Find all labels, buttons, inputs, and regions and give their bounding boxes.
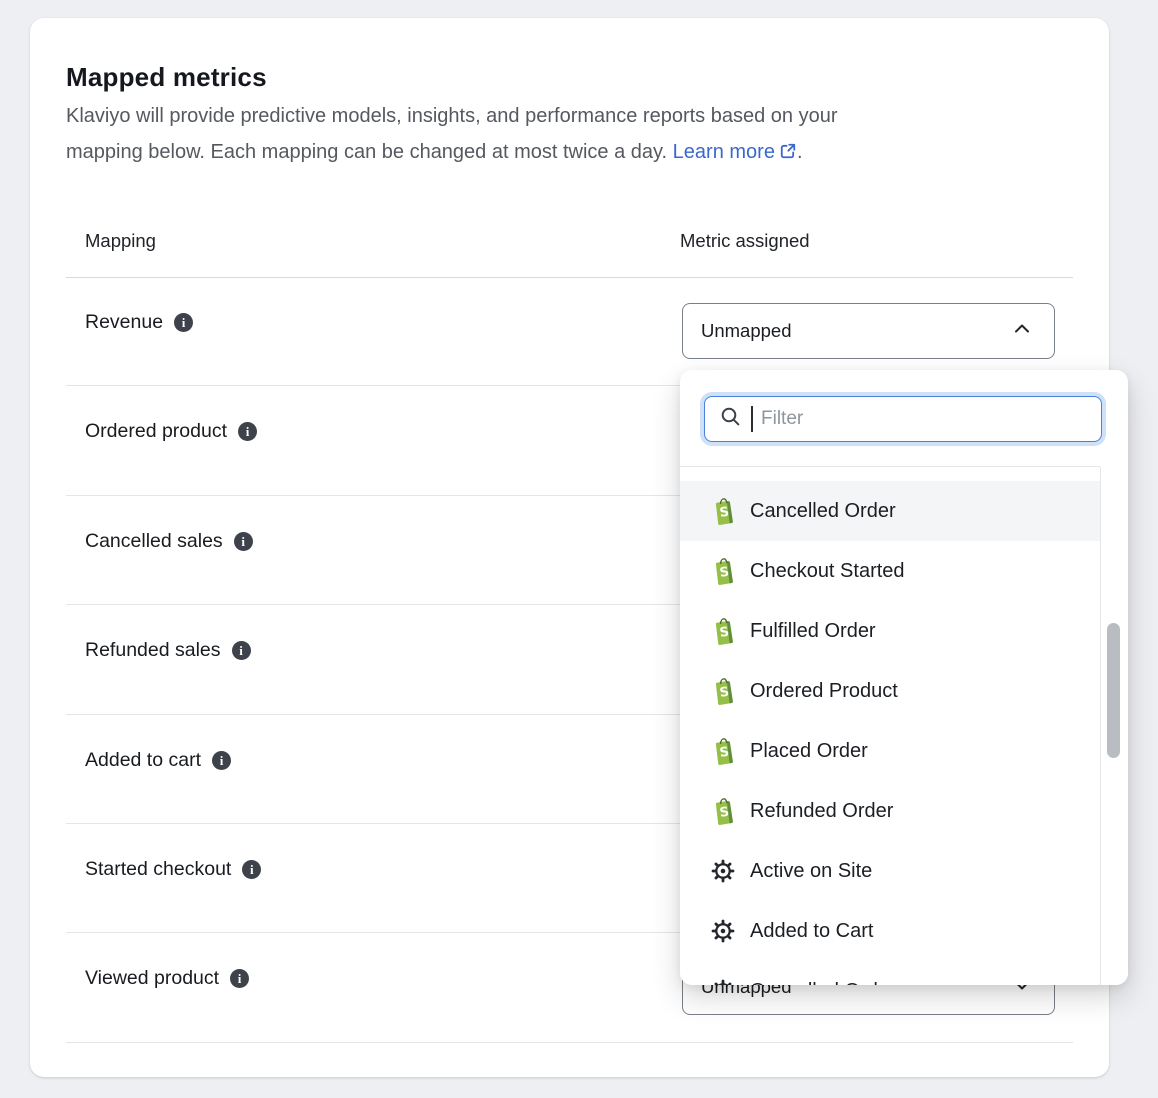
row-label: Viewed product xyxy=(85,967,249,990)
learn-more-link[interactable]: Learn more xyxy=(673,141,797,163)
info-icon[interactable] xyxy=(238,422,257,441)
info-icon[interactable] xyxy=(230,969,249,988)
row-label: Added to cart xyxy=(85,749,231,772)
external-link-icon xyxy=(779,136,797,172)
row-label: Revenue xyxy=(85,311,193,334)
dropdown-item-fulfilled-order[interactable]: Fulfilled Order xyxy=(680,601,1100,661)
metric-select-revenue[interactable]: Unmapped xyxy=(682,303,1055,359)
info-icon[interactable] xyxy=(232,641,251,660)
dropdown-item-placed-order[interactable]: Placed Order xyxy=(680,721,1100,781)
dropdown-item-added-to-cart[interactable]: Added to Cart xyxy=(680,901,1100,961)
column-header-mapping: Mapping xyxy=(85,230,156,252)
gear-icon xyxy=(710,858,736,884)
chevron-up-icon xyxy=(1010,317,1034,346)
gear-icon xyxy=(710,978,736,985)
metric-options-list: Cancelled Order Checkout Started Fulfill… xyxy=(680,467,1100,985)
metric-dropdown-panel: Filter Cancelled Order Checkout Started … xyxy=(680,370,1128,985)
shopify-icon xyxy=(710,738,736,764)
dropdown-filter-section: Filter xyxy=(680,370,1128,467)
text-cursor xyxy=(751,406,753,432)
shopify-icon xyxy=(710,498,736,524)
dropdown-item-cancelled-order-custom[interactable]: Cancelled Order xyxy=(680,961,1100,985)
dropdown-item-ordered-product[interactable]: Ordered Product xyxy=(680,661,1100,721)
description-line-1: Klaviyo will provide predictive models, … xyxy=(66,105,838,127)
row-label: Ordered product xyxy=(85,420,257,443)
row-label: Cancelled sales xyxy=(85,530,253,553)
dropdown-item-checkout-started[interactable]: Checkout Started xyxy=(680,541,1100,601)
info-icon[interactable] xyxy=(242,860,261,879)
row-label: Refunded sales xyxy=(85,639,251,662)
dropdown-item-active-on-site[interactable]: Active on Site xyxy=(680,841,1100,901)
search-icon xyxy=(719,405,743,434)
dropdown-item-refunded-order[interactable]: Refunded Order xyxy=(680,781,1100,841)
shopify-icon xyxy=(710,618,736,644)
info-icon[interactable] xyxy=(212,751,231,770)
filter-input[interactable]: Filter xyxy=(704,396,1102,442)
shopify-icon xyxy=(710,678,736,704)
scrollbar-thumb[interactable] xyxy=(1107,623,1120,758)
description-line-2: mapping below. Each mapping can be chang… xyxy=(66,141,673,163)
info-icon[interactable] xyxy=(234,532,253,551)
card-description: Klaviyo will provide predictive models, … xyxy=(66,98,1046,172)
shopify-icon xyxy=(710,798,736,824)
filter-placeholder: Filter xyxy=(761,408,803,430)
dropdown-item-cancelled-order[interactable]: Cancelled Order xyxy=(680,481,1100,541)
row-label: Started checkout xyxy=(85,858,261,881)
gear-icon xyxy=(710,918,736,944)
description-suffix: . xyxy=(797,141,803,163)
info-icon[interactable] xyxy=(174,313,193,332)
page-title: Mapped metrics xyxy=(66,62,267,93)
column-header-metric-assigned: Metric assigned xyxy=(680,230,810,252)
shopify-icon xyxy=(710,558,736,584)
